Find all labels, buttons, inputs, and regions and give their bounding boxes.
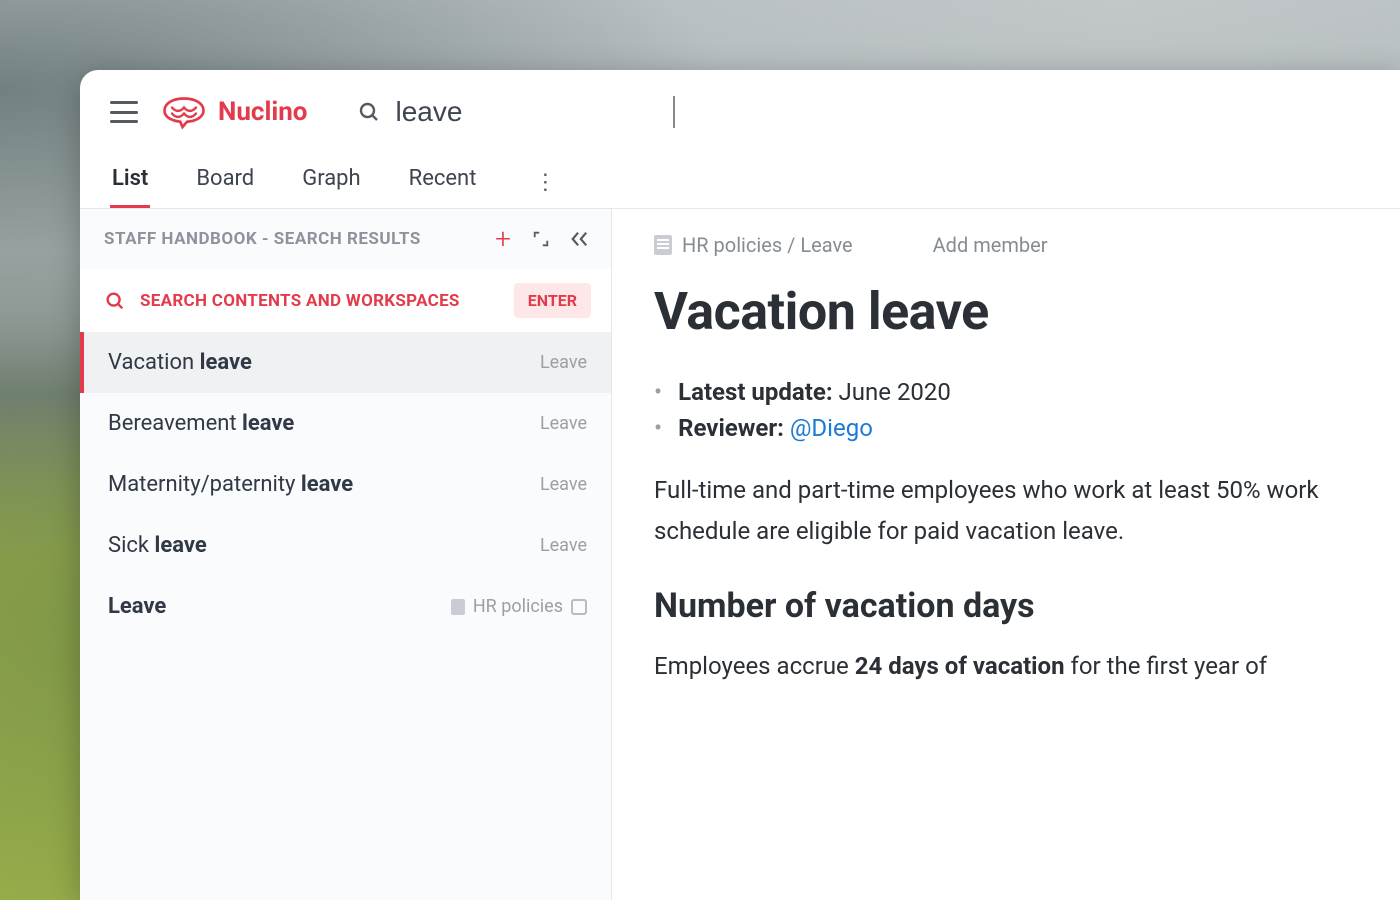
brand-name: Nuclino: [218, 97, 307, 127]
search-result[interactable]: Vacation leave Leave: [80, 332, 611, 393]
enter-badge: ENTER: [514, 283, 591, 318]
breadcrumb[interactable]: HR policies / Leave: [654, 233, 853, 257]
search-result[interactable]: Leave HR policies: [80, 576, 611, 637]
section-body: Employees accrue 24 days of vacation for…: [654, 646, 1400, 687]
tab-board[interactable]: Board: [194, 156, 256, 208]
view-tabs: List Board Graph Recent ⋮: [80, 142, 1400, 208]
tab-graph[interactable]: Graph: [300, 156, 362, 208]
result-title: Vacation leave: [108, 350, 252, 375]
result-category: HR policies: [451, 596, 587, 617]
result-category: Leave: [540, 535, 587, 556]
search-input[interactable]: [395, 96, 675, 128]
result-category: Leave: [540, 474, 587, 495]
doc-title: Vacation leave: [654, 281, 1400, 342]
search-result[interactable]: Maternity/paternity leave Leave: [80, 454, 611, 515]
sidebar: STAFF HANDBOOK - SEARCH RESULTS + SEARCH…: [80, 209, 612, 900]
result-title: Maternity/paternity leave: [108, 472, 353, 497]
tab-label: Board: [196, 166, 254, 191]
search-contents-row[interactable]: SEARCH CONTENTS AND WORKSPACES ENTER: [80, 269, 611, 332]
doc-intro: Full-time and part-time employees who wo…: [654, 470, 1400, 552]
add-member-button[interactable]: Add member: [933, 233, 1048, 257]
menu-icon[interactable]: [110, 101, 138, 123]
result-title: Leave: [108, 594, 166, 619]
brand[interactable]: Nuclino: [160, 92, 307, 132]
collection-icon: [571, 599, 587, 615]
mention-reviewer[interactable]: @Diego: [790, 414, 873, 442]
search-results-list: Vacation leave Leave Bereavement leave Leav…: [80, 332, 611, 637]
tab-label: List: [112, 166, 148, 191]
tab-recent[interactable]: Recent: [407, 156, 479, 208]
add-icon[interactable]: +: [491, 227, 515, 251]
document: HR policies / Leave Add member Vacation …: [612, 209, 1400, 900]
result-category: Leave: [540, 352, 587, 373]
collapse-icon[interactable]: [567, 227, 591, 251]
expand-icon[interactable]: [529, 227, 553, 251]
search-result[interactable]: Sick leave Leave: [80, 515, 611, 576]
tab-label: Graph: [302, 166, 360, 191]
doc-meta: HR policies / Leave Add member: [654, 233, 1400, 257]
page-icon: [451, 599, 465, 615]
tab-list[interactable]: List: [110, 156, 150, 208]
brand-logo-icon: [160, 92, 208, 132]
topbar: Nuclino: [80, 70, 1400, 142]
tabs-more-icon[interactable]: ⋮: [528, 164, 562, 201]
search-result[interactable]: Bereavement leave Leave: [80, 393, 611, 454]
meta-latest-update: Latest update: June 2020: [654, 378, 1400, 406]
section-heading: Number of vacation days: [654, 586, 1400, 626]
search-icon: [104, 290, 126, 312]
breadcrumb-text: HR policies / Leave: [682, 233, 853, 257]
content: STAFF HANDBOOK - SEARCH RESULTS + SEARCH…: [80, 208, 1400, 900]
meta-reviewer: Reviewer: @Diego: [654, 414, 1400, 442]
sidebar-header: STAFF HANDBOOK - SEARCH RESULTS +: [80, 209, 611, 269]
tab-label: Recent: [409, 166, 477, 191]
search-contents-label: SEARCH CONTENTS AND WORKSPACES: [140, 291, 500, 311]
search: [357, 96, 675, 128]
page-icon: [654, 235, 672, 255]
doc-meta-list: Latest update: June 2020 Reviewer: @Dieg…: [654, 378, 1400, 442]
result-title: Bereavement leave: [108, 411, 294, 436]
search-icon: [357, 100, 381, 124]
result-category: Leave: [540, 413, 587, 434]
result-title: Sick leave: [108, 533, 207, 558]
app-window: Nuclino List Board Graph Recent ⋮ STAFF …: [80, 70, 1400, 900]
sidebar-header-title: STAFF HANDBOOK - SEARCH RESULTS: [104, 229, 477, 249]
